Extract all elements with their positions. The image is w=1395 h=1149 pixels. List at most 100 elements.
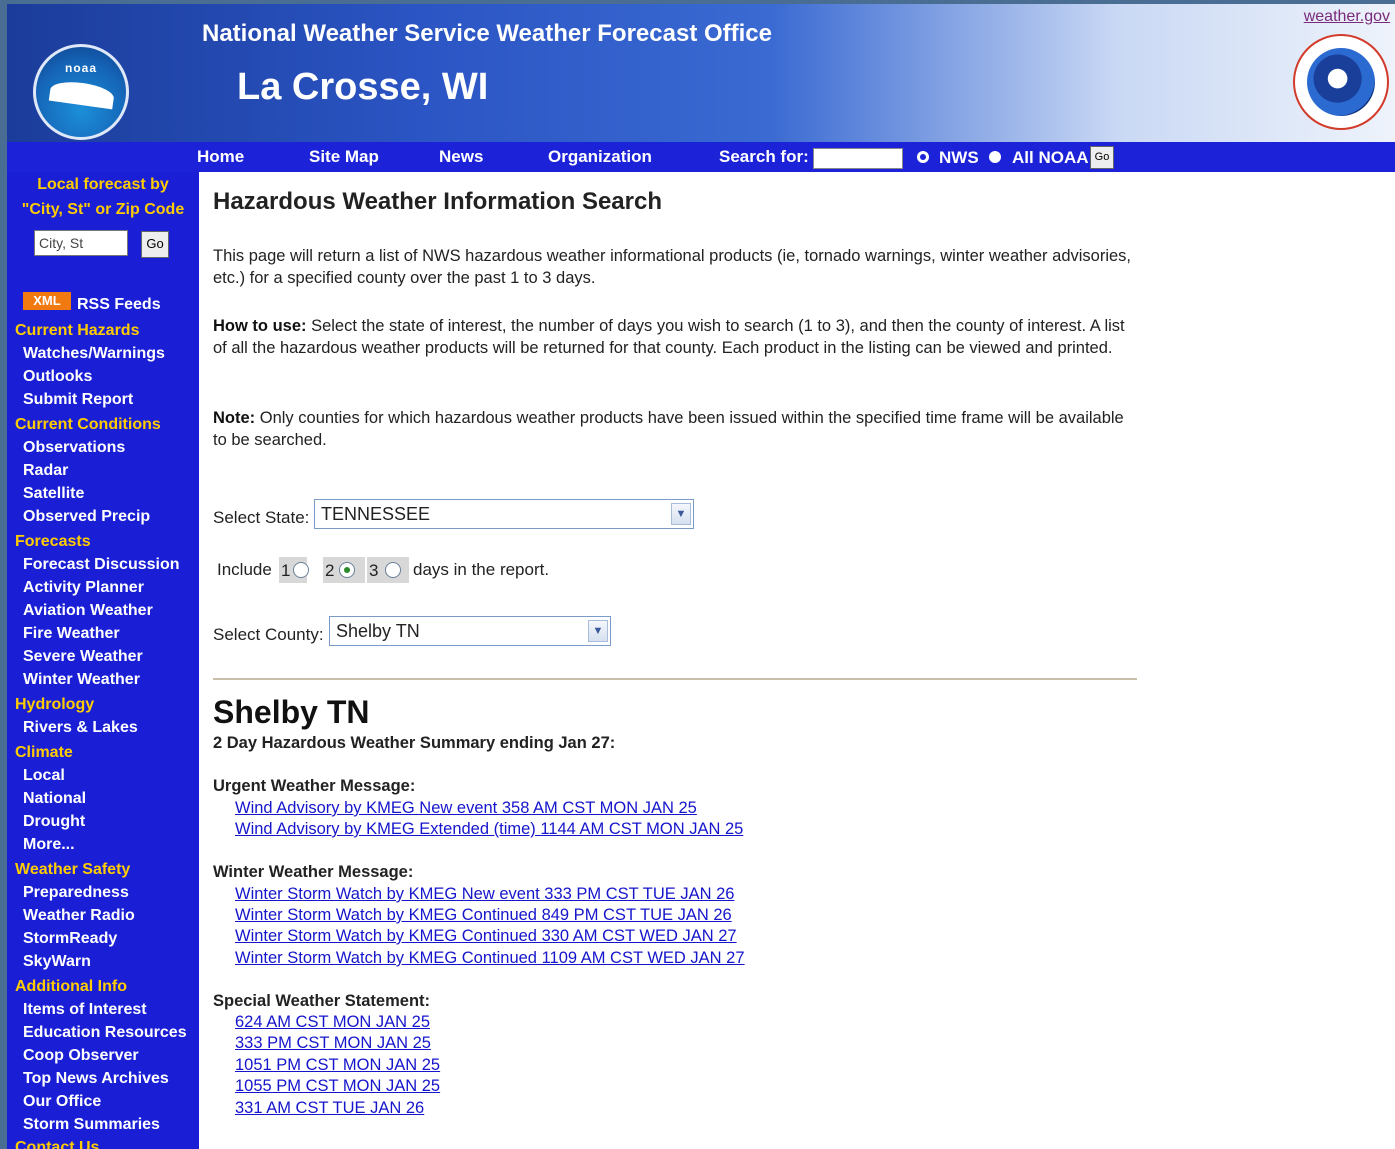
- nav-organization[interactable]: Organization: [548, 147, 652, 167]
- days-option-3-label: 3: [369, 561, 379, 580]
- search-input[interactable]: [813, 148, 903, 169]
- sidebar-item-coop-observer[interactable]: Coop Observer: [23, 1047, 139, 1065]
- local-forecast-label: Local forecast by "City, St" or Zip Code: [21, 176, 185, 218]
- sidebar-heading-hydrology[interactable]: Hydrology: [15, 696, 94, 714]
- radio-nws-label: NWS: [939, 148, 979, 167]
- days-radio-1[interactable]: [293, 562, 309, 578]
- office-city-title: La Crosse, WI: [237, 66, 489, 108]
- sidebar-item-forecast-discussion[interactable]: Forecast Discussion: [23, 556, 180, 574]
- search-label: Search for:: [719, 147, 809, 166]
- sidebar-item-stormready[interactable]: StormReady: [23, 930, 117, 948]
- product-link[interactable]: 1055 PM CST MON JAN 25: [235, 1077, 440, 1096]
- days-option-1[interactable]: 1: [279, 557, 309, 583]
- sidebar-heading-weather-safety[interactable]: Weather Safety: [15, 861, 130, 879]
- sidebar-item-top-news-archives[interactable]: Top News Archives: [23, 1070, 169, 1088]
- days-option-3[interactable]: 3: [367, 557, 409, 583]
- sidebar-item-education-resources[interactable]: Education Resources: [23, 1024, 187, 1042]
- radio-all-noaa-label: All NOAA: [1012, 148, 1089, 167]
- sidebar-item-severe-weather[interactable]: Severe Weather: [23, 648, 143, 666]
- sidebar-item-national[interactable]: National: [23, 790, 86, 808]
- sidebar-item-radar[interactable]: Radar: [23, 462, 68, 480]
- nws-seal-logo[interactable]: [1293, 34, 1389, 130]
- note-label: Note:: [213, 409, 256, 427]
- days-option-2[interactable]: 2: [323, 557, 365, 583]
- xml-rss-icon[interactable]: XML: [23, 292, 71, 310]
- county-select-value: Shelby TN: [336, 621, 420, 641]
- city-go-button[interactable]: Go: [141, 231, 169, 258]
- radio-all-noaa[interactable]: [989, 151, 1001, 163]
- noaa-logo[interactable]: noaa: [33, 44, 129, 140]
- product-link[interactable]: 1051 PM CST MON JAN 25: [235, 1056, 440, 1075]
- chevron-down-icon: ▼: [588, 620, 608, 642]
- noaa-bird-icon: [48, 78, 116, 110]
- sidebar-item-observations[interactable]: Observations: [23, 439, 125, 457]
- city-input[interactable]: [34, 230, 128, 256]
- product-link[interactable]: 331 AM CST TUE JAN 26: [235, 1099, 424, 1118]
- sidebar-item-satellite[interactable]: Satellite: [23, 485, 84, 503]
- sidebar-item-drought[interactable]: Drought: [23, 813, 85, 831]
- nav-home[interactable]: Home: [197, 147, 244, 167]
- sidebar-heading-additional-info[interactable]: Additional Info: [15, 978, 127, 996]
- sidebar-item-skywarn[interactable]: SkyWarn: [23, 953, 91, 971]
- sidebar-item-activity-planner[interactable]: Activity Planner: [23, 579, 144, 597]
- how-to-use-body: Select the state of interest, the number…: [213, 317, 1125, 357]
- nav-news[interactable]: News: [439, 147, 483, 167]
- sidebar-item-winter-weather[interactable]: Winter Weather: [23, 671, 140, 689]
- sidebar-item-rivers-lakes[interactable]: Rivers & Lakes: [23, 719, 138, 737]
- how-to-use-label: How to use:: [213, 317, 307, 335]
- days-radio-3[interactable]: [385, 562, 401, 578]
- noaa-logo-text: noaa: [64, 61, 97, 75]
- days-option-2-label: 2: [325, 561, 335, 580]
- group-title-urgent: Urgent Weather Message:: [213, 777, 416, 795]
- sidebar-item-more[interactable]: More...: [23, 836, 75, 854]
- intro-text: This page will return a list of NWS haza…: [213, 247, 1132, 287]
- page-title: Hazardous Weather Information Search: [213, 188, 662, 215]
- sidebar-heading-current-hazards[interactable]: Current Hazards: [15, 322, 139, 340]
- days-suffix: days in the report.: [413, 560, 550, 579]
- sidebar-item-our-office[interactable]: Our Office: [23, 1093, 101, 1111]
- page: noaa National Weather Service Weather Fo…: [7, 4, 1395, 1149]
- note-body: Only counties for which hazardous weathe…: [213, 409, 1124, 449]
- nws-seal-icon: [1307, 48, 1375, 116]
- product-link[interactable]: Winter Storm Watch by KMEG Continued 849…: [235, 906, 732, 925]
- sidebar-item-observed-precip[interactable]: Observed Precip: [23, 508, 150, 526]
- product-link[interactable]: Winter Storm Watch by KMEG Continued 110…: [235, 949, 745, 968]
- top-nav-bar: Home Site Map News Organization Search f…: [7, 142, 1395, 172]
- product-link[interactable]: Winter Storm Watch by KMEG New event 333…: [235, 885, 734, 904]
- state-select-value: TENNESSEE: [321, 504, 431, 524]
- sidebar-item-items-of-interest[interactable]: Items of Interest: [23, 1001, 147, 1019]
- sidebar-item-preparedness[interactable]: Preparedness: [23, 884, 129, 902]
- office-line: National Weather Service Weather Forecas…: [202, 20, 772, 47]
- product-link[interactable]: 624 AM CST MON JAN 25: [235, 1013, 430, 1032]
- sidebar-heading-forecasts[interactable]: Forecasts: [15, 533, 91, 551]
- radio-nws[interactable]: [917, 151, 929, 163]
- rss-feeds-link[interactable]: RSS Feeds: [77, 296, 161, 314]
- header-banner: noaa National Weather Service Weather Fo…: [7, 4, 1395, 142]
- sidebar-item-weather-radio[interactable]: Weather Radio: [23, 907, 135, 925]
- group-title-winter: Winter Weather Message:: [213, 863, 414, 881]
- sidebar-item-fire-weather[interactable]: Fire Weather: [23, 625, 120, 643]
- days-option-1-label: 1: [281, 561, 291, 580]
- sidebar-heading-contact-us[interactable]: Contact Us: [15, 1139, 99, 1149]
- sidebar-item-outlooks[interactable]: Outlooks: [23, 368, 92, 386]
- search-go-button[interactable]: Go: [1090, 146, 1114, 169]
- how-to-use-text: How to use: Select the state of interest…: [213, 316, 1133, 359]
- product-link[interactable]: Winter Storm Watch by KMEG Continued 330…: [235, 927, 737, 946]
- sidebar-heading-climate[interactable]: Climate: [15, 744, 73, 762]
- product-link[interactable]: 333 PM CST MON JAN 25: [235, 1034, 431, 1053]
- weather-gov-link[interactable]: weather.gov: [1304, 8, 1390, 26]
- section-divider: [213, 678, 1137, 680]
- sidebar-heading-current-conditions[interactable]: Current Conditions: [15, 416, 161, 434]
- sidebar-item-local[interactable]: Local: [23, 767, 65, 785]
- county-select[interactable]: Shelby TN ▼: [329, 616, 611, 646]
- sidebar-item-storm-summaries[interactable]: Storm Summaries: [23, 1116, 160, 1134]
- days-radio-2[interactable]: [339, 562, 355, 578]
- nav-site-map[interactable]: Site Map: [309, 147, 379, 167]
- state-select[interactable]: TENNESSEE ▼: [314, 499, 694, 529]
- sidebar-item-watches-warnings[interactable]: Watches/Warnings: [23, 345, 165, 363]
- sidebar-item-aviation-weather[interactable]: Aviation Weather: [23, 602, 153, 620]
- product-link[interactable]: Wind Advisory by KMEG Extended (time) 11…: [235, 820, 743, 839]
- product-link[interactable]: Wind Advisory by KMEG New event 358 AM C…: [235, 799, 697, 818]
- sidebar-item-submit-report[interactable]: Submit Report: [23, 391, 133, 409]
- note-text: Note: Only counties for which hazardous …: [213, 408, 1133, 451]
